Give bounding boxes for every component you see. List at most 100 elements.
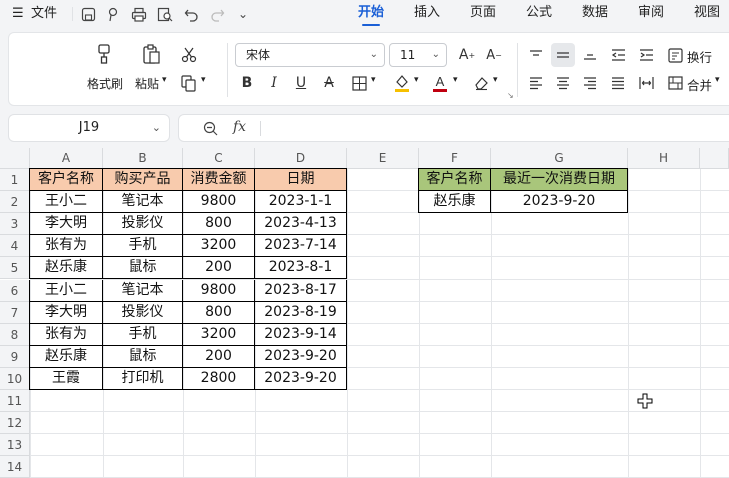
undo-icon[interactable] xyxy=(181,4,201,24)
redo-icon[interactable] xyxy=(207,4,227,24)
table1-cell[interactable]: 王小二 xyxy=(29,279,103,302)
formula-input[interactable]: fx xyxy=(178,114,729,142)
column-header-f[interactable]: F xyxy=(419,148,491,169)
strikethrough-icon[interactable]: A xyxy=(319,73,339,93)
font-dialog-launcher-icon[interactable]: ↘ xyxy=(507,91,514,100)
copy-dropdown-icon[interactable]: ▾ xyxy=(201,75,206,85)
table2-header-cell[interactable]: 最近一次消费日期 xyxy=(491,168,628,192)
column-header-c[interactable]: C xyxy=(183,148,255,169)
row-header-7[interactable]: 7 xyxy=(0,301,30,324)
row-header-11[interactable]: 11 xyxy=(0,390,30,413)
table2-cell[interactable]: 2023-9-20 xyxy=(491,191,628,214)
align-top-icon[interactable] xyxy=(526,45,546,65)
table1-cell[interactable]: 2023-8-17 xyxy=(255,279,347,302)
table1-cell[interactable]: 王小二 xyxy=(29,191,103,214)
tab-view[interactable]: 视图 xyxy=(694,4,720,22)
select-all-corner[interactable] xyxy=(0,148,30,169)
column-header-d[interactable]: D xyxy=(255,148,347,169)
increase-indent-icon[interactable] xyxy=(636,45,656,65)
font-color-icon[interactable]: A xyxy=(429,71,451,95)
table1-cell[interactable]: 李大明 xyxy=(29,301,103,324)
table1-cell[interactable]: 笔记本 xyxy=(103,279,183,302)
table1-cell[interactable]: 2023-7-14 xyxy=(255,235,347,258)
row-header-12[interactable]: 12 xyxy=(0,412,30,435)
increase-font-icon[interactable]: A + xyxy=(457,44,477,66)
table1-cell[interactable]: 手机 xyxy=(103,323,183,346)
name-box[interactable]: J19 ⌄ xyxy=(8,114,170,142)
merge-button[interactable]: 合并 xyxy=(687,75,712,94)
column-header-e[interactable]: E xyxy=(347,148,419,169)
table1-cell[interactable]: 200 xyxy=(183,345,255,368)
row-header-14[interactable]: 14 xyxy=(0,456,30,478)
row-header-13[interactable]: 13 xyxy=(0,434,30,457)
table1-cell[interactable]: 3200 xyxy=(183,235,255,258)
table1-cell[interactable]: 笔记本 xyxy=(103,191,183,214)
merge-dropdown-icon[interactable]: ▾ xyxy=(715,75,720,85)
format-painter-quick-icon[interactable] xyxy=(103,4,123,24)
hamburger-icon[interactable]: ☰ xyxy=(12,5,24,23)
table1-cell[interactable]: 800 xyxy=(183,213,255,236)
print-preview-icon[interactable] xyxy=(155,4,175,24)
decrease-font-icon[interactable]: A − xyxy=(484,44,504,66)
column-header-a[interactable]: A xyxy=(30,148,103,169)
table1-cell[interactable]: 2023-9-20 xyxy=(255,345,347,368)
tab-page[interactable]: 页面 xyxy=(470,4,496,22)
table1-cell[interactable]: 9800 xyxy=(183,191,255,214)
table1-cell[interactable]: 2023-8-1 xyxy=(255,257,347,280)
clear-dropdown-icon[interactable]: ▾ xyxy=(493,75,498,85)
fill-color-dropdown-icon[interactable]: ▾ xyxy=(414,75,419,85)
insert-function-icon[interactable]: fx xyxy=(233,119,246,135)
table1-cell[interactable]: 9800 xyxy=(183,279,255,302)
table1-cell[interactable]: 李大明 xyxy=(29,213,103,236)
font-color-dropdown-icon[interactable]: ▾ xyxy=(453,75,458,85)
tab-home[interactable]: 开始 xyxy=(358,4,384,22)
table2-cell[interactable]: 赵乐康 xyxy=(418,191,491,214)
table1-cell[interactable]: 2023-4-13 xyxy=(255,213,347,236)
tab-data[interactable]: 数据 xyxy=(582,4,608,22)
column-header-extra[interactable] xyxy=(700,148,729,169)
format-painter-button[interactable]: 格式刷 xyxy=(87,75,123,92)
table1-cell[interactable]: 200 xyxy=(183,257,255,280)
table1-cell[interactable]: 手机 xyxy=(103,235,183,258)
table1-cell[interactable]: 赵乐康 xyxy=(29,345,103,368)
paste-icon[interactable] xyxy=(138,41,164,67)
spreadsheet-grid[interactable]: A B C D E F G H 1 2 3 4 5 6 7 8 9 10 11 12 13 14 客户名称 购买产品 消费金额日… xyxy=(0,148,729,478)
wrap-text-icon[interactable] xyxy=(665,45,685,65)
zoom-formula-icon[interactable] xyxy=(201,119,219,137)
align-left-icon[interactable] xyxy=(526,73,546,93)
table1-cell[interactable]: 鼠标 xyxy=(103,345,183,368)
row-header-5[interactable]: 5 xyxy=(0,257,30,280)
table1-cell[interactable]: 2023-9-14 xyxy=(255,323,347,346)
underline-icon[interactable]: U xyxy=(291,73,311,93)
save-icon[interactable] xyxy=(78,4,98,24)
column-header-g[interactable]: G xyxy=(491,148,628,169)
row-header-4[interactable]: 4 xyxy=(0,235,30,258)
table1-cell[interactable]: 投影仪 xyxy=(103,213,183,236)
justify-icon[interactable] xyxy=(608,73,628,93)
table1-cell[interactable]: 张有为 xyxy=(29,323,103,346)
border-icon[interactable] xyxy=(349,73,369,93)
table1-cell[interactable]: 投影仪 xyxy=(103,301,183,324)
bold-icon[interactable]: B xyxy=(237,73,257,93)
font-size-select[interactable]: 11 ⌄ xyxy=(389,43,447,67)
column-header-b[interactable]: B xyxy=(103,148,183,169)
chevron-down-icon[interactable]: ⌄ xyxy=(233,4,253,24)
row-header-6[interactable]: 6 xyxy=(0,279,30,302)
merge-cells-icon[interactable] xyxy=(665,73,685,93)
table1-cell[interactable]: 800 xyxy=(183,301,255,324)
table1-cell[interactable]: 2023-8-19 xyxy=(255,301,347,324)
table1-cell[interactable]: 打印机 xyxy=(103,367,183,390)
table1-cell[interactable]: 3200 xyxy=(183,323,255,346)
tab-formula[interactable]: 公式 xyxy=(526,4,552,22)
table1-cell[interactable]: 2023-1-1 xyxy=(255,191,347,214)
row-header-9[interactable]: 9 xyxy=(0,345,30,368)
row-header-8[interactable]: 8 xyxy=(0,323,30,346)
table1-header-cell[interactable]: 日期 xyxy=(255,168,347,192)
table1-header-cell[interactable]: 消费金额 xyxy=(183,168,255,192)
align-center-icon[interactable] xyxy=(553,73,573,93)
tab-review[interactable]: 审阅 xyxy=(638,4,664,22)
format-painter-icon[interactable] xyxy=(91,41,117,67)
eraser-icon[interactable] xyxy=(471,73,491,93)
table1-header-cell[interactable]: 客户名称 xyxy=(29,168,103,192)
row-header-3[interactable]: 3 xyxy=(0,213,30,236)
